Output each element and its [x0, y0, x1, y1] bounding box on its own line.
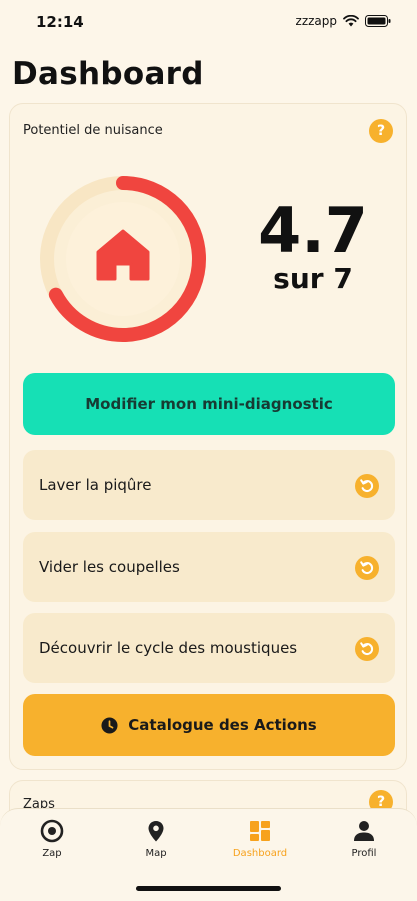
action-item[interactable]: Laver la piqûre [23, 450, 395, 520]
carrier-label: zzzapp [295, 14, 337, 28]
score-max: sur 7 [273, 262, 353, 295]
action-label: Découvrir le cycle des moustiques [39, 639, 298, 657]
score-display: 4.7 sur 7 [228, 194, 398, 296]
page-title: Dashboard [12, 56, 204, 92]
help-button[interactable]: ? [369, 119, 393, 143]
tab-zap[interactable]: Zap [0, 809, 104, 869]
catalogue-button[interactable]: Catalogue des Actions [23, 694, 395, 756]
tab-label: Map [145, 848, 167, 859]
retry-icon[interactable] [355, 474, 379, 498]
tab-label: Profil [351, 848, 377, 859]
wifi-icon [343, 15, 359, 27]
catalogue-label: Catalogue des Actions [128, 716, 317, 734]
nuisance-card: Potentiel de nuisance ? 4.7 sur 7 Modifi… [9, 103, 407, 770]
tab-map[interactable]: Map [104, 809, 208, 869]
clock-icon [101, 716, 118, 734]
status-indicators: zzzapp [296, 14, 391, 28]
retry-icon[interactable] [355, 556, 379, 580]
action-label: Laver la piqûre [39, 476, 152, 494]
dashboard-icon [250, 821, 270, 841]
tab-dashboard[interactable]: Dashboard [208, 809, 312, 869]
retry-icon[interactable] [355, 637, 379, 661]
nuisance-gauge [40, 176, 206, 342]
user-icon [354, 821, 374, 841]
tab-label: Zap [42, 848, 62, 859]
tab-label: Dashboard [232, 848, 288, 859]
edit-diagnostic-button[interactable]: Modifier mon mini-diagnostic [23, 373, 395, 435]
status-time: 12:14 [36, 13, 84, 31]
home-indicator [136, 886, 281, 891]
battery-icon [365, 15, 391, 27]
map-pin-icon [148, 821, 164, 842]
action-item[interactable]: Vider les coupelles [23, 532, 395, 602]
action-item[interactable]: Découvrir le cycle des moustiques [23, 613, 395, 683]
nuisance-label: Potentiel de nuisance [23, 123, 163, 138]
target-icon [40, 819, 64, 843]
question-icon: ? [376, 123, 386, 139]
tab-profil[interactable]: Profil [312, 809, 416, 869]
status-bar: 12:14 zzzapp [0, 0, 417, 44]
action-label: Vider les coupelles [39, 558, 180, 576]
score-value: 4.7 [258, 194, 368, 267]
